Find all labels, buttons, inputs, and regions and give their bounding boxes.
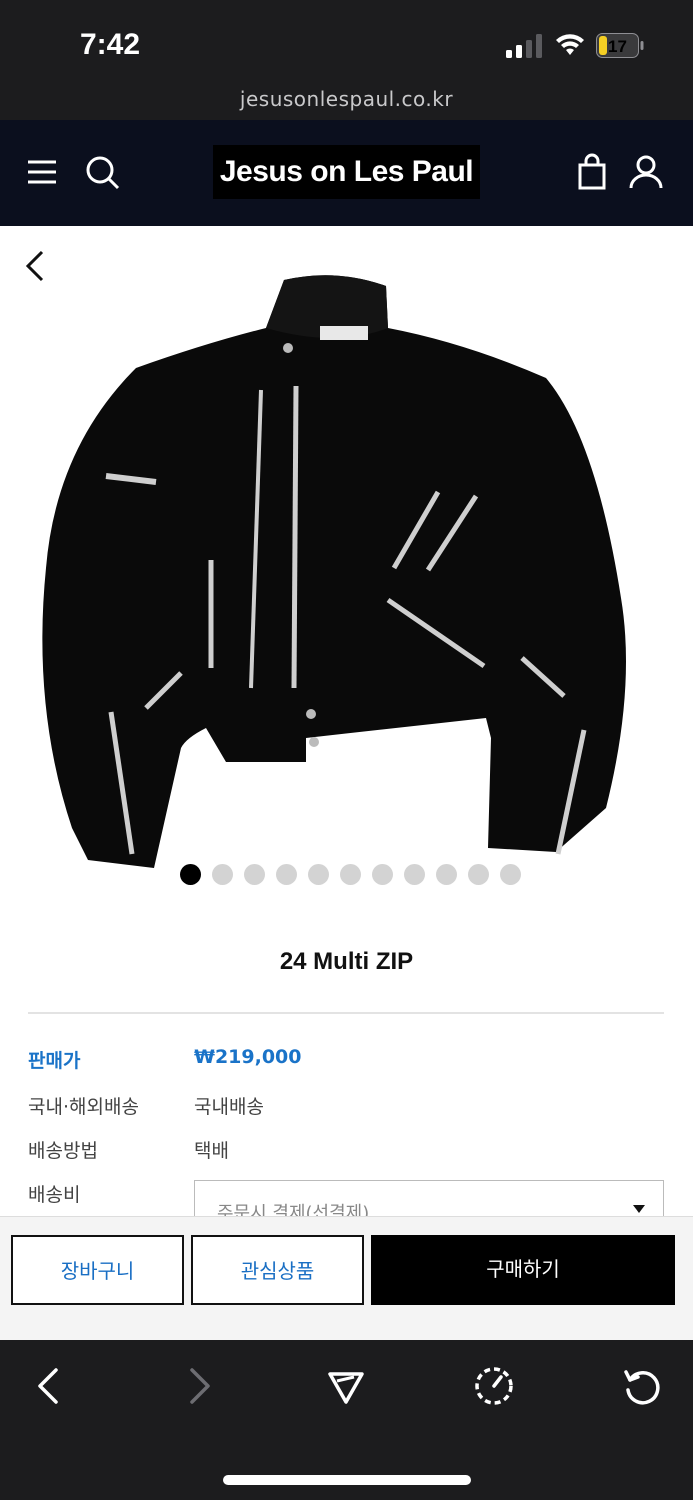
delivery-method-label: 배송방법 [28, 1140, 98, 1162]
pagination-dot-4[interactable] [276, 864, 297, 885]
user-icon[interactable] [626, 152, 666, 192]
product-content: 24 Multi ZIP 판매가 ₩219,000 국내·해외배송 국내배송 배… [0, 226, 693, 1216]
status-bar: 7:42 17 [0, 0, 693, 78]
home-indicator [223, 1475, 471, 1485]
menu-icon[interactable] [22, 152, 62, 192]
battery-icon: 17 [596, 33, 644, 58]
pagination-dot-5[interactable] [308, 864, 329, 885]
delivery-method-value: 택배 [194, 1140, 229, 1162]
chevron-down-icon [633, 1205, 645, 1213]
pagination-dot-10[interactable] [468, 864, 489, 885]
action-bar: 장바구니 관심상품 구매하기 [0, 1216, 693, 1340]
speed-icon[interactable] [474, 1366, 514, 1406]
product-image[interactable] [36, 268, 658, 872]
battery-level: 17 [608, 37, 627, 56]
price-value: ₩219,000 [194, 1046, 302, 1068]
back-icon[interactable] [30, 1366, 70, 1406]
shipping-fee-select-value: 주문시 결제(선결제) [217, 1203, 370, 1216]
pagination-dot-9[interactable] [436, 864, 457, 885]
wishlist-button[interactable]: 관심상품 [191, 1235, 364, 1305]
url-bar[interactable]: jesusonlespaul.co.kr [0, 78, 693, 120]
pagination-dot-7[interactable] [372, 864, 393, 885]
site-logo[interactable]: Jesus on Les Paul [213, 145, 480, 199]
delivery-region-value: 국내배송 [194, 1096, 264, 1118]
pagination-dot-2[interactable] [212, 864, 233, 885]
pagination-dot-6[interactable] [340, 864, 361, 885]
reload-icon[interactable] [622, 1366, 662, 1406]
delivery-region-label: 국내·해외배송 [28, 1096, 139, 1118]
share-icon[interactable] [326, 1366, 366, 1406]
shipping-fee-label: 배송비 [28, 1184, 81, 1206]
pagination-dot-1[interactable] [180, 864, 201, 885]
url-text[interactable]: jesusonlespaul.co.kr [240, 87, 453, 111]
image-pagination [180, 864, 532, 885]
status-time: 7:42 [80, 28, 141, 61]
signal-icon [506, 34, 542, 58]
shipping-fee-select[interactable]: 주문시 결제(선결제) [194, 1180, 664, 1216]
search-icon[interactable] [82, 152, 122, 192]
bag-icon[interactable] [572, 152, 612, 192]
wifi-icon [556, 34, 584, 55]
pagination-dot-3[interactable] [244, 864, 265, 885]
pagination-dot-11[interactable] [500, 864, 521, 885]
forward-icon[interactable] [180, 1366, 220, 1406]
buy-now-button[interactable]: 구매하기 [371, 1235, 675, 1305]
add-to-cart-button[interactable]: 장바구니 [11, 1235, 184, 1305]
product-name: 24 Multi ZIP [279, 948, 414, 975]
pagination-dot-8[interactable] [404, 864, 425, 885]
price-label: 판매가 [28, 1050, 81, 1072]
divider [28, 1012, 664, 1014]
